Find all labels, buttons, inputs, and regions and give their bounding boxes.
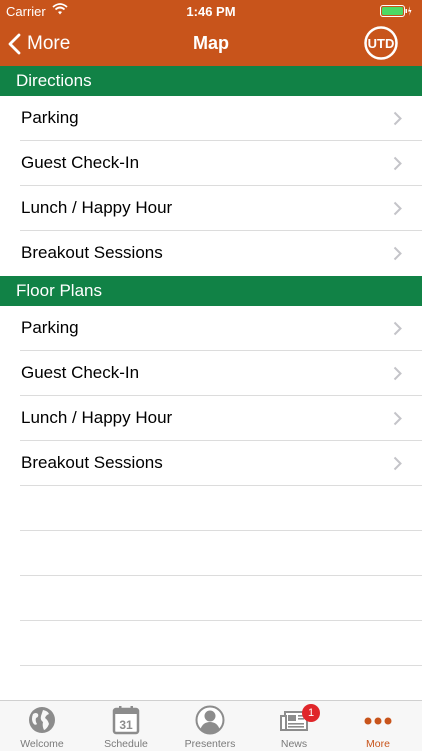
status-time: 1:46 PM	[186, 4, 236, 19]
row-divider	[20, 530, 422, 531]
tab-news[interactable]: 1 News	[252, 701, 336, 751]
chevron-right-icon	[393, 366, 402, 386]
list-item[interactable]: Lunch / Happy Hour	[0, 186, 422, 231]
chevron-right-icon	[393, 111, 402, 131]
tab-label: More	[366, 738, 390, 750]
list-item-label: Lunch / Happy Hour	[21, 198, 173, 217]
tab-label: Presenters	[184, 738, 236, 750]
chevron-right-icon	[393, 201, 402, 221]
row-divider	[20, 575, 422, 576]
svg-text:31: 31	[119, 718, 133, 732]
tab-label: Schedule	[104, 738, 148, 750]
row-divider	[20, 485, 422, 486]
page-title: Map	[193, 33, 229, 53]
list-item-label: Lunch / Happy Hour	[21, 408, 173, 427]
row-divider	[20, 620, 422, 621]
tab-label: News	[280, 738, 308, 750]
chevron-right-icon	[393, 246, 402, 266]
navigation-bar: Carrier 1:46 PM More Map UTD	[0, 0, 422, 66]
list-item-label: Parking	[21, 108, 79, 127]
battery-icon	[380, 5, 412, 20]
utd-logo: UTD	[364, 26, 398, 65]
section-header-floor-plans: Floor Plans	[0, 276, 422, 306]
section-header-directions: Directions	[0, 66, 422, 96]
person-icon	[168, 705, 252, 735]
calendar-icon: 31	[84, 705, 168, 735]
tab-bar: Welcome 31 Schedule Presenters 1 News Mo…	[0, 700, 422, 751]
tab-more[interactable]: More	[336, 701, 420, 751]
list-item-label: Breakout Sessions	[21, 453, 163, 472]
tab-label: Welcome	[20, 738, 64, 750]
tab-schedule[interactable]: 31 Schedule	[84, 701, 168, 751]
list-item-label: Breakout Sessions	[21, 243, 163, 262]
chevron-right-icon	[393, 156, 402, 176]
list-item-label: Parking	[21, 318, 79, 337]
tab-presenters[interactable]: Presenters	[168, 701, 252, 751]
svg-text:UTD: UTD	[368, 36, 395, 51]
list-item[interactable]: Guest Check-In	[0, 351, 422, 396]
row-divider	[20, 665, 422, 666]
newspaper-icon	[252, 705, 336, 735]
more-dots-icon	[336, 705, 420, 735]
list-item[interactable]: Breakout Sessions	[0, 231, 422, 276]
chevron-right-icon	[393, 411, 402, 431]
list-item[interactable]: Guest Check-In	[0, 141, 422, 186]
list-item[interactable]: Breakout Sessions	[0, 441, 422, 486]
status-bar: Carrier 1:46 PM	[0, 0, 422, 22]
globe-icon	[0, 705, 84, 735]
chevron-right-icon	[393, 321, 402, 341]
tab-welcome[interactable]: Welcome	[0, 701, 84, 751]
list-item-label: Guest Check-In	[21, 153, 140, 172]
list-item[interactable]: Parking	[0, 96, 422, 141]
list-item-label: Guest Check-In	[21, 363, 140, 382]
list-item[interactable]: Parking	[0, 306, 422, 351]
chevron-right-icon	[393, 456, 402, 476]
notification-badge: 1	[302, 704, 320, 722]
list-item[interactable]: Lunch / Happy Hour	[0, 396, 422, 441]
